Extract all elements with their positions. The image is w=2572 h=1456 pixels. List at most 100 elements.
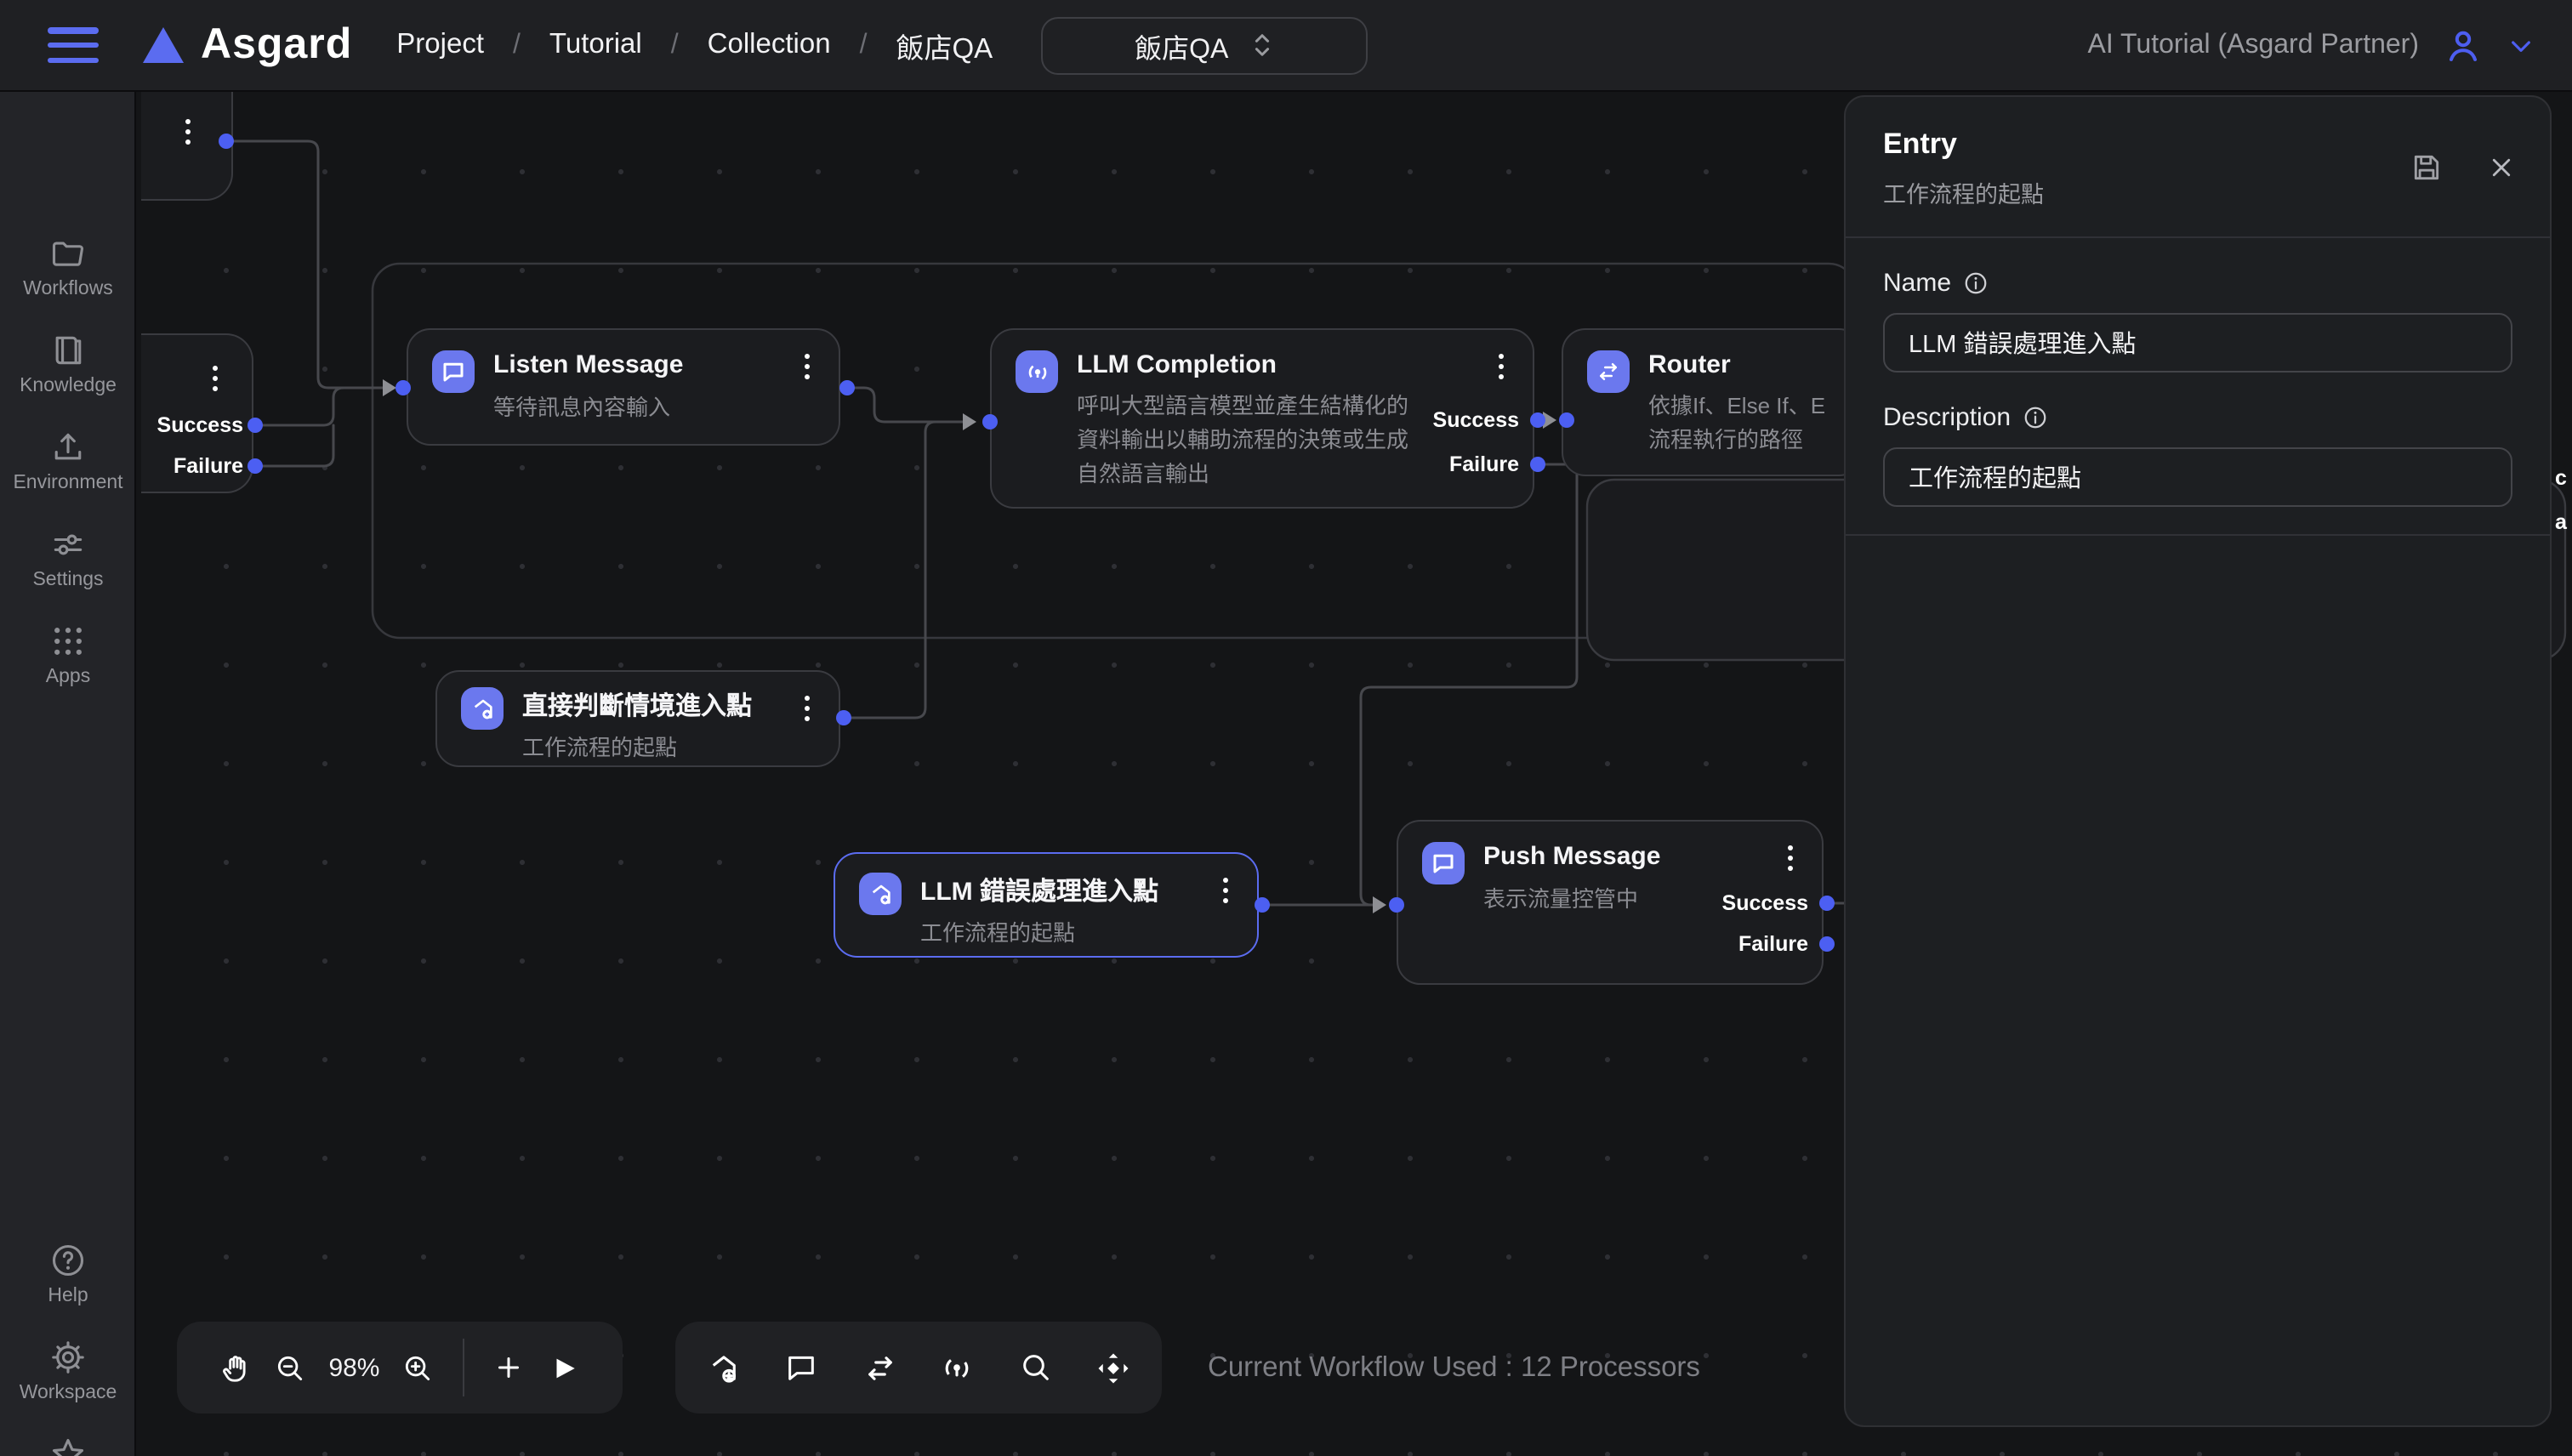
connector-port-dot[interactable]	[982, 414, 998, 429]
description-input[interactable]: 工作流程的起點	[1883, 447, 2512, 507]
node-router[interactable]: Router 依據If、Else If、E 流程執行的路徑	[1562, 328, 1863, 476]
sidebar-item-knowledge[interactable]: Knowledge	[0, 332, 136, 420]
sidebar-item-workflows[interactable]: Workflows	[0, 235, 136, 323]
sidebar-item-environment[interactable]: Environment	[0, 429, 136, 517]
breadcrumb-tutorial[interactable]: Tutorial	[549, 29, 642, 61]
sidebar-item-apps[interactable]: Apps	[0, 623, 136, 711]
name-label-text: Name	[1883, 269, 1951, 298]
sidebar-item-settings[interactable]: Settings	[0, 526, 136, 614]
node-palette-toolbar	[675, 1322, 1162, 1413]
chat-bubble-icon	[432, 350, 475, 393]
breadcrumb-separator: /	[671, 30, 679, 60]
panel-header: Entry 工作流程的起點	[1846, 97, 2550, 238]
entry-properties-panel: Entry 工作流程的起點 Name	[1844, 95, 2552, 1427]
connector-port-dot[interactable]	[248, 418, 263, 433]
save-button[interactable]	[2407, 148, 2444, 185]
node-subtitle: 等待訊息內容輸入	[493, 390, 683, 422]
topbar: Asgard Project / Tutorial / Collection /…	[0, 0, 2572, 92]
auto-layout-icon[interactable]	[1084, 1339, 1141, 1396]
node-partial-top[interactable]	[141, 92, 233, 201]
clipped-port-label-fragment: c	[2555, 466, 2567, 490]
zoom-in-icon[interactable]	[390, 1339, 446, 1396]
run-workflow-button[interactable]	[537, 1339, 592, 1396]
connector-port-dot[interactable]	[1389, 897, 1404, 913]
connector-port-dot[interactable]	[395, 380, 411, 395]
add-message-node-icon[interactable]	[773, 1339, 831, 1396]
connector-port-dot[interactable]	[1255, 897, 1270, 913]
port-label-success[interactable]: Success	[1722, 891, 1808, 915]
chevron-down-icon[interactable]	[2507, 31, 2535, 59]
sidebar-item-help[interactable]: Help	[0, 1242, 136, 1330]
node-desc-line: 自然語言輸出	[1077, 458, 1408, 492]
connector-port-dot[interactable]	[1559, 412, 1574, 428]
workflow-selector-value: 飯店QA	[1135, 25, 1228, 65]
app-logo[interactable]: Asgard	[201, 20, 352, 70]
sidebar-item-label: Settings	[32, 570, 103, 590]
sliders-icon	[49, 526, 87, 563]
kebab-menu-icon[interactable]	[185, 119, 191, 124]
user-icon[interactable]	[2443, 25, 2484, 65]
sidebar-item-label: Workflows	[23, 279, 113, 299]
sidebar-item-label: Help	[48, 1286, 88, 1306]
connector-port-dot[interactable]	[1819, 936, 1835, 952]
menu-hamburger-icon[interactable]	[48, 27, 99, 63]
add-entry-node-icon[interactable]	[695, 1339, 753, 1396]
breadcrumb-project[interactable]: Project	[396, 29, 484, 61]
description-field-label: Description	[1883, 403, 2512, 432]
workflow-selector-dropdown[interactable]: 飯店QA	[1040, 16, 1367, 74]
connector-port-dot[interactable]	[248, 458, 263, 474]
breadcrumb-separator: /	[860, 30, 868, 60]
add-router-node-icon[interactable]	[851, 1339, 908, 1396]
port-label-failure[interactable]: Failure	[1738, 932, 1808, 956]
port-label-success[interactable]: Success	[157, 413, 243, 437]
connector-port-dot[interactable]	[1530, 412, 1545, 428]
node-llm-error-entry[interactable]: LLM 錯誤處理進入點 工作流程的起點	[834, 852, 1259, 958]
node-title: Listen Message	[493, 350, 683, 379]
node-direct-entry[interactable]: 直接判斷情境進入點 工作流程的起點	[435, 670, 840, 767]
name-input[interactable]: LLM 錯誤處理進入點	[1883, 313, 2512, 373]
sidebar-item-label: Knowledge	[20, 376, 117, 396]
breadcrumb-separator: /	[513, 30, 521, 60]
sidebar-item-upgrade[interactable]: Upgrade	[0, 1436, 136, 1456]
info-icon[interactable]	[1963, 270, 1989, 296]
connector-port-dot[interactable]	[219, 134, 234, 149]
entry-home-plus-icon	[859, 873, 902, 915]
pan-hand-icon[interactable]	[208, 1339, 263, 1396]
clipped-port-label-fragment: a	[2555, 510, 2567, 534]
port-label-failure[interactable]: Failure	[1449, 452, 1519, 476]
info-icon[interactable]	[2023, 405, 2048, 430]
node-title: 直接判斷情境進入點	[522, 687, 752, 723]
port-label-failure[interactable]: Failure	[174, 454, 243, 478]
sidebar-item-label: Workspace	[20, 1383, 117, 1403]
gear-icon	[49, 1339, 87, 1376]
entry-home-plus-icon	[461, 687, 504, 730]
zoom-level[interactable]: 98%	[318, 1353, 390, 1382]
logo-triangle-icon	[143, 27, 184, 63]
close-icon[interactable]	[2482, 148, 2519, 185]
node-subtitle: 工作流程的起點	[920, 915, 1158, 947]
breadcrumb-collection[interactable]: Collection	[708, 29, 831, 61]
kebab-menu-icon[interactable]	[213, 366, 218, 371]
connector-port-dot[interactable]	[1819, 896, 1835, 911]
add-llm-node-icon[interactable]	[929, 1339, 987, 1396]
node-title: LLM 錯誤處理進入點	[920, 873, 1158, 908]
chevron-updown-icon	[1252, 32, 1272, 58]
connector-port-dot[interactable]	[1530, 457, 1545, 472]
port-label-success[interactable]: Success	[1433, 408, 1519, 432]
node-title: Router	[1648, 350, 1825, 379]
breadcrumb: Project / Tutorial / Collection / 飯店QA	[396, 25, 993, 65]
node-title: Push Message	[1483, 842, 1660, 871]
breadcrumb-current[interactable]: 飯店QA	[896, 25, 993, 65]
llm-bulb-icon	[1016, 350, 1058, 393]
connector-port-dot[interactable]	[836, 710, 851, 725]
status-text: Current Workflow Used : 12 Processors	[1208, 1352, 1700, 1385]
upload-icon	[49, 429, 87, 466]
node-listen-message[interactable]: Listen Message 等待訊息內容輸入	[407, 328, 840, 446]
folder-icon	[49, 235, 87, 272]
sidebar-item-workspace[interactable]: Workspace	[0, 1339, 136, 1427]
add-icon[interactable]	[481, 1339, 537, 1396]
search-icon[interactable]	[1006, 1339, 1064, 1396]
node-subtitle: 工作流程的起點	[522, 730, 752, 762]
connector-port-dot[interactable]	[839, 380, 855, 395]
zoom-out-icon[interactable]	[263, 1339, 318, 1396]
